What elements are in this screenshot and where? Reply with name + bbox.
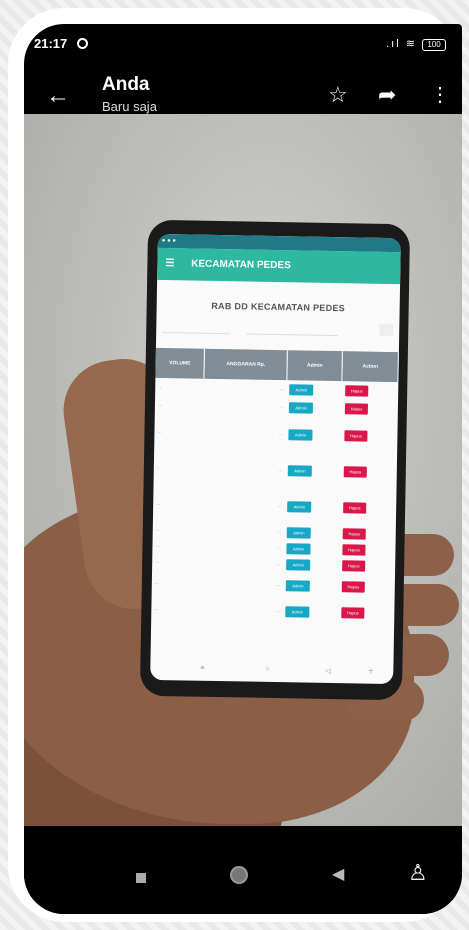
inner-nav-recent-icon: ≡ <box>200 664 205 672</box>
battery-icon: 100 <box>422 39 446 51</box>
table-row: ...... Admin Hapus <box>154 450 397 490</box>
table-row: ...... Admin Hapus <box>153 486 396 526</box>
recents-icon[interactable] <box>136 870 146 888</box>
home-icon[interactable] <box>230 866 248 889</box>
edit-button: Admin <box>286 542 311 555</box>
signal-icon: .ıl <box>386 38 401 50</box>
col-anggaran: ANGGARAN Rp. <box>204 348 288 381</box>
table-row: ...... Admin Hapus <box>154 414 397 454</box>
delete-button: Hapus <box>341 606 365 619</box>
inner-nav-back-icon: ◁ <box>325 667 331 676</box>
col-action: Action <box>342 351 399 383</box>
photo: ● ● ● ☰ KECAMATAN PEDES RAB DD KECAMATAN… <box>24 114 462 826</box>
star-icon[interactable]: ☆ <box>328 82 348 108</box>
delete-button: Hapus <box>343 465 368 478</box>
inner-heading: RAB DD KECAMATAN PEDES <box>211 300 346 314</box>
status-bar: 21:17 .ıl ≋ 100 <box>24 24 462 68</box>
back-icon[interactable]: ◀ <box>332 864 344 884</box>
edit-button: Admin <box>288 428 313 441</box>
delete-button: Hapus <box>342 543 366 556</box>
inner-nav-accessibility-icon: ☥ <box>368 668 374 676</box>
wifi-icon: ≋ <box>405 38 417 50</box>
more-vert-icon[interactable]: ⋮ <box>430 82 450 107</box>
page-title: Anda <box>102 74 150 95</box>
delete-button: Hapus <box>344 402 369 415</box>
delete-button: Hapus <box>344 429 368 442</box>
edit-button: Admin <box>289 383 314 396</box>
screen: 21:17 .ıl ≋ 100 ← Anda Baru saja ☆ ➦ ⋮ ●… <box>24 24 462 914</box>
inner-nav-home-icon: ○ <box>265 665 270 673</box>
phone-in-photo: ● ● ● ☰ KECAMATAN PEDES RAB DD KECAMATAN… <box>139 219 411 701</box>
inner-filter-select <box>246 321 339 337</box>
edit-button: Admin <box>286 558 311 571</box>
accessibility-icon[interactable]: ♙ <box>408 860 428 886</box>
delete-button: Hapus <box>342 527 367 540</box>
notification-dot-icon <box>77 38 88 49</box>
edit-button: Admin <box>286 579 310 592</box>
inner-table: VOLUME ANGGARAN Rp. Admin Action ...... A… <box>151 347 399 626</box>
table-row: ...... Admin Hapus <box>151 596 394 626</box>
page-subtitle: Baru saja <box>102 99 157 114</box>
arrow-left-icon[interactable]: ← <box>46 82 70 110</box>
status-time: 21:17 <box>34 36 68 51</box>
delete-button: Hapus <box>342 501 367 514</box>
menu-icon: ☰ <box>165 258 175 270</box>
inner-filter-button <box>379 323 394 337</box>
inner-filter-select <box>162 320 231 335</box>
col-admin: Admin <box>286 350 343 382</box>
inner-nav-bar: ≡ ○ ◁ ☥ <box>150 662 393 680</box>
delete-button: Hapus <box>341 559 366 572</box>
delete-button: Hapus <box>341 580 366 593</box>
edit-button: Admin <box>288 464 312 477</box>
system-nav-bar: ◀ ♙ <box>24 826 462 914</box>
phone-screen: ● ● ● ☰ KECAMATAN PEDES RAB DD KECAMATAN… <box>150 233 401 685</box>
col-volume: VOLUME <box>155 347 205 379</box>
share-icon[interactable]: ➦ <box>378 82 396 108</box>
edit-button: Admin <box>287 500 312 513</box>
status-icons: .ıl ≋ 100 <box>386 37 446 51</box>
edit-button: Admin <box>289 401 313 414</box>
inner-toolbar-title: KECAMATAN PEDES <box>191 258 291 272</box>
inner-filters <box>162 320 394 338</box>
delete-button: Hapus <box>344 384 369 397</box>
edit-button: Admin <box>285 605 310 618</box>
edit-button: Admin <box>287 526 311 539</box>
inner-toolbar: ☰ KECAMATAN PEDES <box>157 247 401 285</box>
